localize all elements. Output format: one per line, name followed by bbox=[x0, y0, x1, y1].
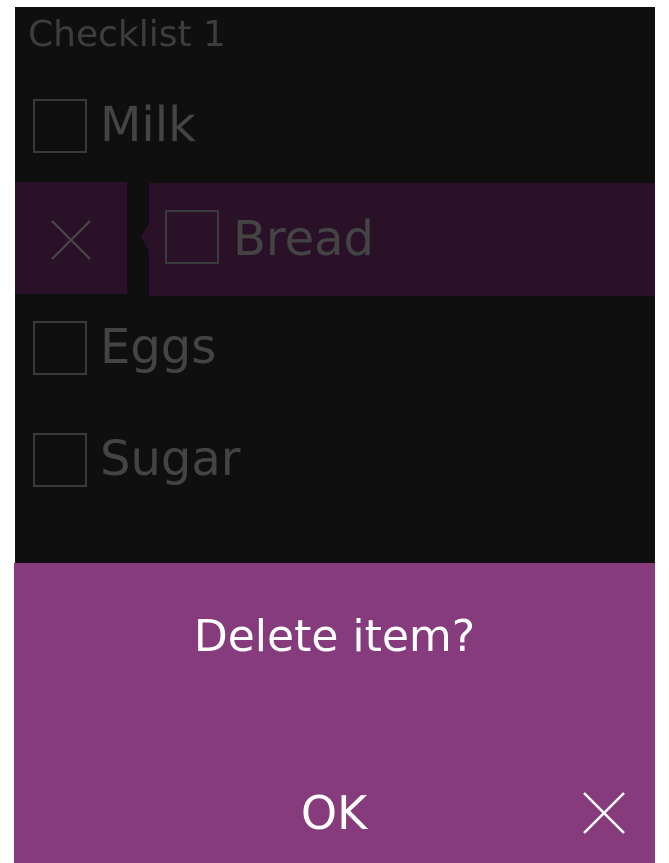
close-icon bbox=[51, 220, 91, 260]
list-item-eggs[interactable]: Eggs bbox=[15, 297, 655, 408]
cancel-button[interactable] bbox=[574, 783, 634, 843]
close-icon bbox=[583, 792, 625, 834]
checkbox[interactable] bbox=[33, 99, 87, 153]
item-label: Eggs bbox=[100, 319, 217, 375]
delete-confirm-dialog: Delete item? OK bbox=[14, 563, 655, 863]
swipe-arrow bbox=[141, 223, 149, 251]
checkbox[interactable] bbox=[33, 321, 87, 375]
dialog-title: Delete item? bbox=[193, 611, 476, 662]
page-title: Checklist 1 bbox=[28, 14, 226, 55]
swipe-delete-button[interactable] bbox=[15, 182, 127, 294]
ok-button[interactable]: OK bbox=[279, 783, 389, 843]
list-item-milk[interactable]: Milk bbox=[15, 69, 655, 180]
item-label: Sugar bbox=[100, 431, 241, 487]
list-item-bread[interactable]: Bread bbox=[149, 183, 655, 296]
list-item-sugar[interactable]: Sugar bbox=[15, 409, 655, 520]
item-label: Milk bbox=[100, 97, 196, 153]
item-label: Bread bbox=[233, 211, 375, 267]
edge-strip bbox=[655, 563, 669, 763]
checkbox[interactable] bbox=[165, 210, 219, 264]
checkbox[interactable] bbox=[33, 433, 87, 487]
